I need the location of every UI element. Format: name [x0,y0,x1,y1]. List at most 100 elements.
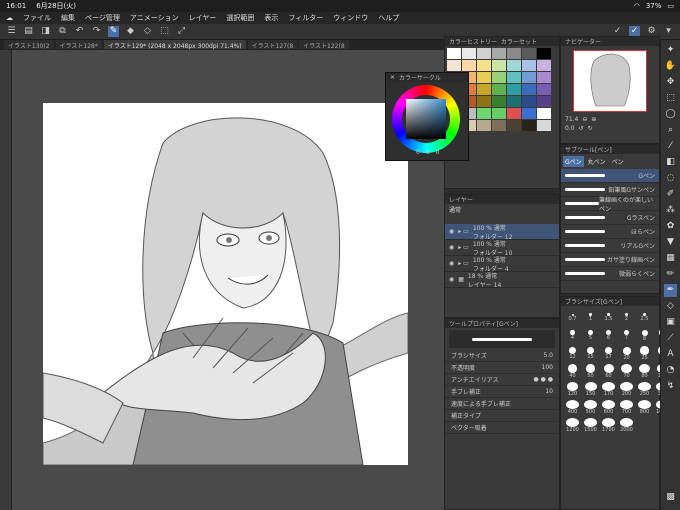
antialias-row[interactable]: アンチエイリアス ● ● ● [445,374,559,386]
app-logo-icon[interactable]: ☁ [6,14,13,22]
menu-animation[interactable]: アニメーション [130,13,179,23]
brush-size-option[interactable]: 5 [583,328,598,343]
brush-size-row[interactable]: ブラシサイズ 5.0 [445,350,559,362]
saturation-value-square[interactable] [406,99,446,139]
brush-size-option[interactable]: 70 [619,364,634,379]
menu-filter[interactable]: フィルター [288,13,323,23]
sub-tool-tab[interactable]: 丸ペン [586,156,608,167]
color-swatch[interactable] [492,72,506,83]
color-swatch[interactable] [477,48,491,59]
rotate-left-icon[interactable]: ↺ [579,125,584,132]
brush-size-option[interactable]: 15 [583,346,598,361]
brush-size-option[interactable]: 600 [601,400,616,415]
brush-item[interactable]: 微弱らくペン [561,267,659,281]
brush-size-option[interactable]: 20 [619,346,634,361]
brush-size-option[interactable]: 6 [601,328,616,343]
transform-icon[interactable]: ⤢ [176,26,187,37]
sub-tool-tab[interactable]: Gペン [563,156,584,167]
color-swatch[interactable] [522,120,536,131]
frame-icon[interactable]: ▣ [664,316,677,329]
gradient-icon[interactable]: ▦ [664,252,677,265]
color-swatch[interactable] [537,72,551,83]
brush-size-option[interactable]: 1700 [601,418,616,433]
brush-size-option[interactable]: 60 [601,364,616,379]
figure-icon[interactable]: ◇ [664,300,677,313]
move-icon[interactable]: ✥ [664,76,677,89]
brush-size-option[interactable]: 1.5 [601,310,616,325]
eraser-icon[interactable]: ◇ [142,26,153,37]
redo-icon[interactable]: ↷ [91,26,102,37]
close-icon[interactable]: ✕ [390,74,395,81]
color-swatch[interactable] [507,60,521,71]
text-icon[interactable]: A [664,348,677,361]
airbrush-icon[interactable]: ⁂ [664,204,677,217]
color-swatch[interactable] [447,48,461,59]
color-swatch[interactable] [522,48,536,59]
zoom-tool-icon[interactable]: ⌕ [664,124,677,137]
brush-size-option[interactable]: 170 [601,382,616,397]
color-swatch[interactable] [492,48,506,59]
visibility-eye-icon[interactable]: ◉ [449,260,454,267]
color-swatch[interactable] [477,120,491,131]
color-swatch[interactable] [477,84,491,95]
tab-document-active[interactable]: イラスト129* (2048 x 2048px 300dpi 71.4%) [103,40,246,50]
blend-tool-icon[interactable]: ◌ [664,172,677,185]
brush-size-option[interactable]: 2000 [619,418,634,433]
color-swatch[interactable] [477,72,491,83]
zoom-out-icon[interactable]: ⊖ [582,116,587,123]
tab-document[interactable]: イラスト122(8 [299,40,349,50]
color-swatch[interactable] [537,120,551,131]
color-swatch[interactable] [492,120,506,131]
brush-size-option[interactable]: 17 [601,346,616,361]
select-tool-icon[interactable]: ⬚ [664,92,677,105]
brush-size-option[interactable]: 1200 [565,418,580,433]
brush-size-value[interactable]: 5.0 [543,352,553,359]
menu-help[interactable]: ヘルプ [378,13,399,23]
brush-size-option[interactable]: 40 [565,364,580,379]
fill-tool-icon[interactable]: ▼ [664,236,677,249]
brush-size-option[interactable]: 2.5 [637,310,652,325]
tab-document[interactable]: イラスト128* [55,40,102,50]
color-swatch[interactable] [537,60,551,71]
brush-size-option[interactable]: 500 [583,400,598,415]
brush-item[interactable]: リアルGペン [561,239,659,253]
correction-type-row[interactable]: 補正タイプ [445,410,559,422]
brush-size-option[interactable]: 50 [583,364,598,379]
layer-row[interactable]: ◉ ▦ 18 % 通常 レイヤー 14 [445,272,559,289]
color-swatch[interactable] [507,120,521,131]
brush-size-option[interactable]: 1500 [583,418,598,433]
color-swatch[interactable] [492,96,506,107]
menu-edit[interactable]: 編集 [61,13,75,23]
navigator-preview[interactable] [573,50,647,112]
open-icon[interactable]: ◨ [40,26,51,37]
brush-item[interactable]: Gペン [561,169,659,183]
brush-size-option[interactable]: 200 [619,382,634,397]
decoration-icon[interactable]: ✿ [664,220,677,233]
color-swatch[interactable] [507,96,521,107]
undo-icon[interactable]: ↶ [74,26,85,37]
brush-size-option[interactable]: 7 [619,328,634,343]
color-swatch[interactable] [537,48,551,59]
color-history-tab[interactable]: カラーヒストリー [449,37,497,46]
color-swatch[interactable] [507,72,521,83]
brush-item[interactable]: ほらペン [561,225,659,239]
color-swatch[interactable] [522,96,536,107]
ruler-icon[interactable]: ⟋ [664,332,677,345]
blend-mode-select[interactable]: 通常 [449,207,461,214]
menu-layer[interactable]: レイヤー [189,13,217,23]
zoom-in-icon[interactable]: ⊕ [591,116,596,123]
brush-size-option[interactable]: 12 [565,346,580,361]
menu-page[interactable]: ページ管理 [85,13,120,23]
sub-tool-tab[interactable]: ペン [610,156,626,167]
correction-icon[interactable]: ↯ [664,380,677,393]
menu-selection[interactable]: 選択範囲 [226,13,254,23]
pen-tool-icon[interactable]: ✎ [108,26,119,37]
menu-toggle-icon[interactable]: ▾ [663,26,674,37]
color-swatch[interactable] [462,60,476,71]
color-swatch[interactable] [507,108,521,119]
color-swatch[interactable] [507,48,521,59]
color-swatch[interactable] [492,108,506,119]
color-swatch[interactable] [477,96,491,107]
pencil-tool-icon[interactable]: ✏ [664,268,677,281]
eyedropper-icon[interactable]: ⁄ [664,140,677,153]
